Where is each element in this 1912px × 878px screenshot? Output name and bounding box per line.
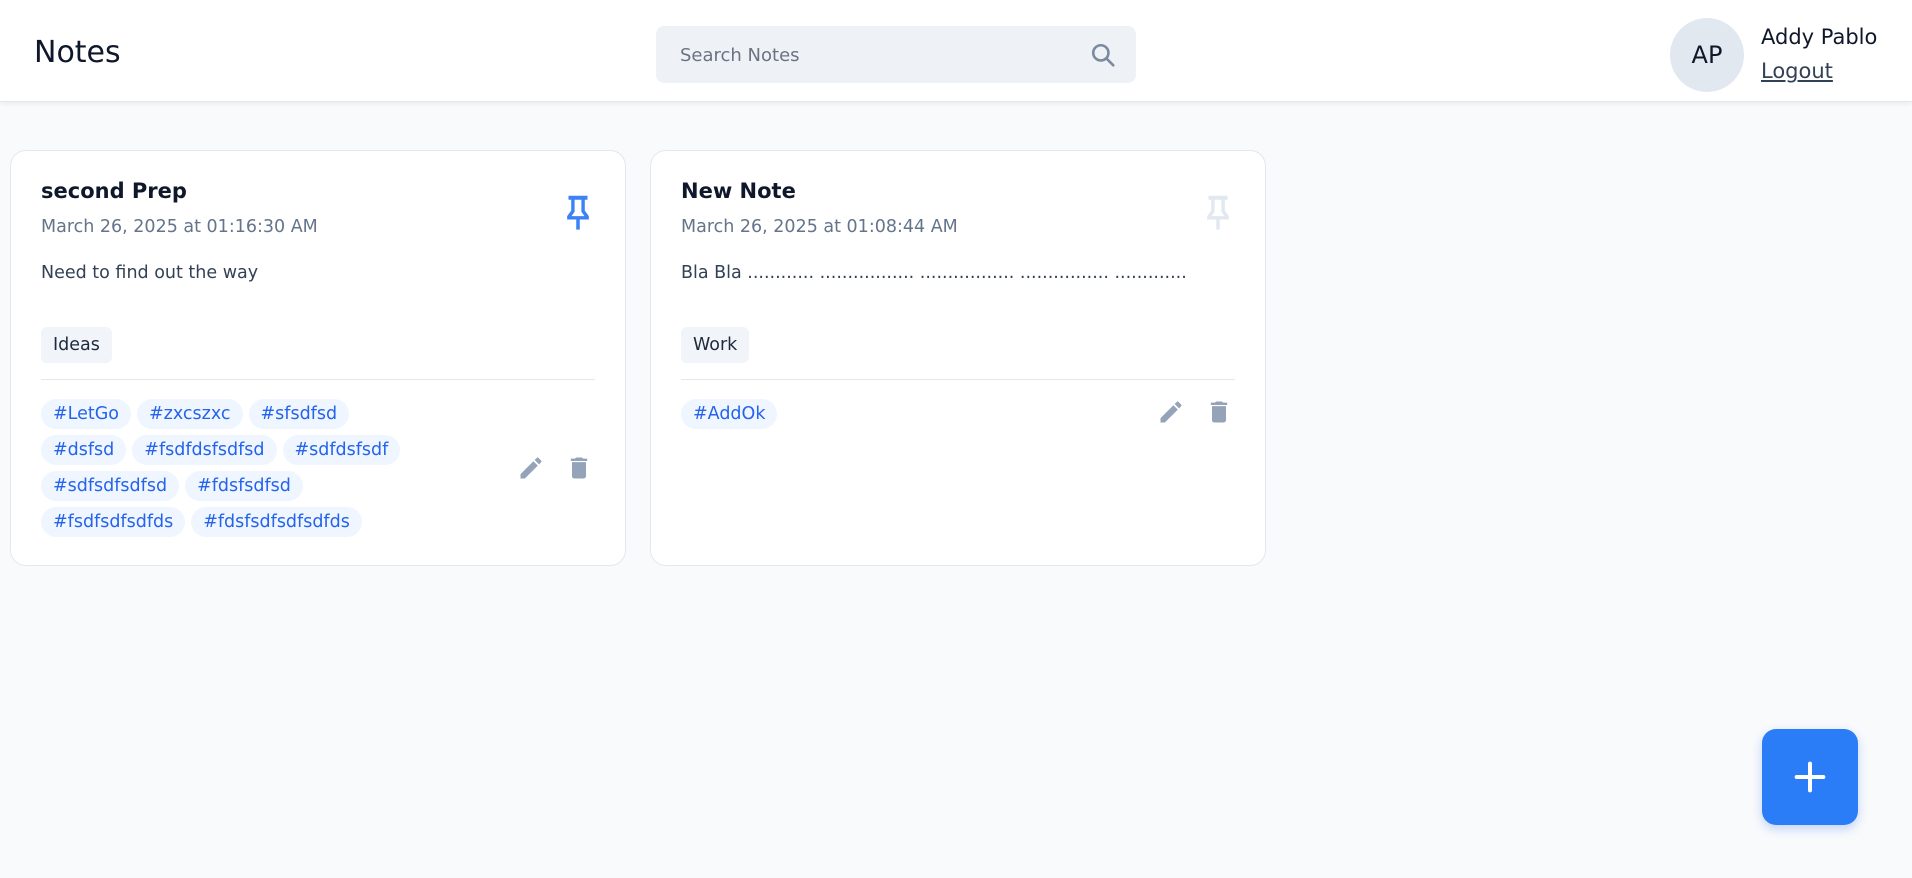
app-header: Notes AP Addy Pablo Logout [0, 5, 1912, 102]
note-card: second Prep March 26, 2025 at 01:16:30 A… [10, 150, 626, 566]
edit-icon[interactable] [1157, 398, 1185, 426]
note-date: March 26, 2025 at 01:08:44 AM [681, 217, 958, 237]
pin-icon[interactable] [1201, 193, 1235, 231]
note-category: Work [681, 327, 750, 363]
add-note-button[interactable] [1762, 729, 1858, 825]
tag[interactable]: #fdsfsdfsdfsdfds [191, 507, 362, 537]
divider [41, 379, 595, 380]
note-actions [1157, 398, 1233, 426]
tag[interactable]: #sdfdsfsdf [282, 435, 401, 465]
note-title: New Note [681, 179, 796, 203]
tag-list: #LetGo #zxcszxc #sfsdfsd #dsfsd #fsdfdsfsdf… [41, 399, 441, 543]
tag[interactable]: #LetGo [41, 399, 132, 429]
avatar: AP [1670, 18, 1744, 92]
tag[interactable]: #sdfsdfsdfsd [41, 471, 180, 501]
search-icon[interactable] [1090, 42, 1116, 68]
tag[interactable]: #AddOk [681, 399, 778, 429]
note-actions [517, 454, 593, 482]
note-date: March 26, 2025 at 01:16:30 AM [41, 217, 318, 237]
note-category: Ideas [41, 327, 112, 363]
search-input[interactable] [678, 26, 1062, 85]
tag[interactable]: #fsdfdsfsdfsd [132, 435, 277, 465]
tag[interactable]: #sfsdfsd [248, 399, 350, 429]
tag[interactable]: #fdsfsdfsd [185, 471, 303, 501]
plus-icon [1794, 761, 1826, 793]
divider [681, 379, 1235, 380]
note-card: New Note March 26, 2025 at 01:08:44 AM B… [650, 150, 1266, 566]
edit-icon[interactable] [517, 454, 545, 482]
delete-icon[interactable] [1205, 398, 1233, 426]
delete-icon[interactable] [565, 454, 593, 482]
user-name: Addy Pablo [1761, 25, 1878, 49]
logout-link[interactable]: Logout [1761, 59, 1833, 83]
pin-icon[interactable] [561, 193, 595, 231]
note-content: Need to find out the way [41, 263, 259, 283]
note-content: Bla Bla ............ ................. .… [681, 263, 1187, 283]
app-title: Notes [34, 35, 121, 70]
tag-list: #AddOk [681, 399, 1081, 435]
search-box[interactable] [656, 26, 1136, 85]
tag[interactable]: #zxcszxc [137, 399, 243, 429]
tag[interactable]: #fsdfsdfsdfds [41, 507, 186, 537]
note-title: second Prep [41, 179, 187, 203]
tag[interactable]: #dsfsd [41, 435, 127, 465]
